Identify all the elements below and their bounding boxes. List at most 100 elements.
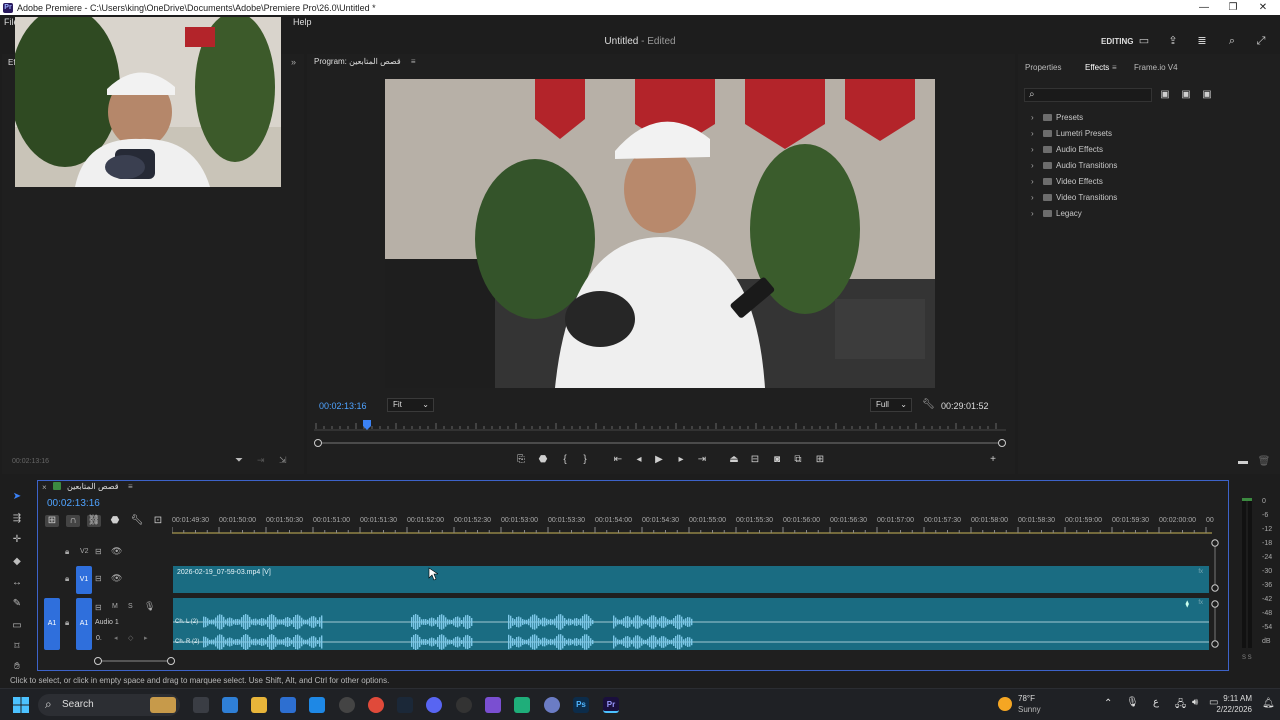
share-icon[interactable]: ⇪ (1166, 35, 1180, 47)
nest-toggle-icon[interactable]: ⊞ (45, 515, 59, 527)
panel-expand-icon[interactable]: » (291, 57, 296, 67)
folder-audio-transitions[interactable]: › Audio Transitions (1031, 161, 1117, 170)
program-timecode[interactable]: 00:02:13:16 (319, 401, 367, 411)
accelerated-effects-icon[interactable]: ▣ (1158, 89, 1172, 101)
zoom-handle-left[interactable] (314, 439, 322, 447)
yuv-effects-icon[interactable]: ▣ (1200, 89, 1214, 101)
video-clip[interactable]: 2026-02-19_07-59-03.mp4 [V] fx (173, 566, 1209, 593)
source-patch-a1[interactable]: A1 (44, 598, 60, 650)
volume-icon[interactable]: 🔊︎ (1192, 697, 1198, 708)
store-icon[interactable] (280, 697, 296, 713)
mail-icon[interactable] (309, 697, 325, 713)
sync-lock-icon[interactable]: ⊟ (95, 603, 102, 612)
go-to-in-icon[interactable]: ⇤ (611, 454, 625, 466)
lift-icon[interactable]: ⏏ (727, 454, 741, 466)
tray-chevron-icon[interactable]: ⌃ (1104, 698, 1112, 709)
weather-sun-icon[interactable] (998, 697, 1012, 711)
steam-icon[interactable] (397, 697, 413, 713)
discord-icon[interactable] (426, 697, 442, 713)
audio-clip[interactable]: Ch. L (2) Ch. R (2) ⧫ fx (173, 598, 1209, 650)
lock-icon[interactable]: 🔒︎ (65, 574, 69, 584)
pen-tool-icon[interactable]: ✎ (9, 597, 25, 611)
sequence-tab[interactable]: قصص المتابعين (67, 482, 119, 491)
eye-icon[interactable]: 👁︎ (111, 573, 122, 584)
button-editor-icon[interactable]: + (986, 454, 1000, 466)
snap-icon[interactable]: ∩ (66, 515, 80, 527)
panel-menu-icon[interactable]: ≡ (411, 57, 416, 66)
folder-video-transitions[interactable]: › Video Transitions (1031, 193, 1117, 202)
selection-tool-icon[interactable]: ➤ (9, 490, 25, 504)
close-sequence-icon[interactable]: × (42, 483, 47, 492)
obs-icon[interactable] (456, 697, 472, 713)
new-bin-icon[interactable]: ▬ (1236, 456, 1250, 468)
notifications-icon[interactable]: 🔔︎ (1262, 698, 1275, 709)
tab-properties[interactable]: Properties (1025, 63, 1061, 72)
camera-icon[interactable]: ◙ (770, 454, 784, 466)
add-marker-icon[interactable]: ⬣ (536, 454, 550, 466)
insert-icon[interactable]: ⇥ (257, 455, 265, 466)
effects-search-input[interactable]: ⌕ (1024, 88, 1152, 102)
safe-margins-icon[interactable]: ⊞ (813, 454, 827, 466)
zoom-fit-dropdown[interactable]: Fit ⌄ (387, 398, 434, 412)
chrome-icon[interactable] (368, 697, 384, 713)
keyframe-next-icon[interactable]: ▸ (144, 634, 148, 642)
step-forward-icon[interactable]: ▸ (674, 454, 688, 466)
weather-temp[interactable]: 78°F (1018, 694, 1035, 703)
quality-dropdown[interactable]: Full ⌄ (870, 398, 912, 412)
rectangle-tool-icon[interactable]: ▭ (9, 619, 25, 633)
go-to-out-icon[interactable]: ⇥ (695, 454, 709, 466)
workspace-label[interactable]: EDITING (1101, 37, 1133, 46)
track-label-v2[interactable]: V2 (80, 548, 89, 555)
zoom-handle-right[interactable] (998, 439, 1006, 447)
ripple-edit-tool-icon[interactable]: ✛ (9, 533, 25, 547)
timeline-timecode[interactable]: 00:02:13:16 (47, 498, 100, 509)
mute-button[interactable]: M (112, 603, 118, 610)
weather-desc[interactable]: Sunny (1018, 705, 1041, 714)
program-monitor-title[interactable]: Program: قصص المتابعين (314, 57, 401, 66)
app-icon[interactable] (544, 697, 560, 713)
menu-help[interactable]: Help (293, 17, 312, 27)
premiere-taskbar-icon[interactable]: Pr (603, 697, 619, 713)
extract-icon[interactable]: ⊟ (748, 454, 762, 466)
filter-icon[interactable]: ⏷ (235, 455, 243, 466)
audio-volume[interactable]: 0. (96, 635, 102, 642)
microphone-icon[interactable]: 🎙︎ (144, 601, 155, 612)
settings-icon[interactable] (339, 697, 355, 713)
panel-menu-icon[interactable]: ≡ (128, 482, 133, 491)
keyboard-language[interactable]: ع (1153, 697, 1159, 708)
panel-menu-icon[interactable]: ≡ (1112, 63, 1117, 72)
network-icon[interactable]: 🖧︎ (1175, 697, 1186, 714)
comparison-view-icon[interactable]: ⧉ (791, 454, 805, 466)
mark-out-icon[interactable]: } (578, 454, 592, 466)
folder-audio-effects[interactable]: › Audio Effects (1031, 145, 1103, 154)
tab-effects[interactable]: Effects (1085, 63, 1109, 72)
workspace-icon[interactable]: ▭ (1137, 35, 1151, 47)
track-select-tool-icon[interactable]: ⇶ (9, 512, 25, 526)
program-video-frame[interactable] (385, 79, 935, 388)
add-marker-icon[interactable]: ⬣ (108, 515, 122, 527)
search-icon[interactable]: ⌕ (1225, 35, 1239, 47)
captions-icon[interactable]: ⊡ (151, 515, 165, 527)
timeline-settings-icon[interactable]: 🔧︎ (130, 515, 144, 527)
clock-time[interactable]: 9:11 AM (1222, 694, 1252, 703)
keyframe-prev-icon[interactable]: ◂ (114, 634, 118, 642)
timeline-zoom-scrollbar[interactable] (90, 655, 180, 667)
slip-tool-icon[interactable]: ↔ (9, 576, 25, 590)
track-label-a1[interactable]: A1 (76, 598, 92, 650)
sync-lock-icon[interactable]: ⊟ (95, 547, 102, 556)
task-view-icon[interactable] (193, 697, 209, 713)
overwrite-icon[interactable]: ⇲ (279, 455, 287, 466)
export-frame-icon[interactable]: ⎘ (514, 454, 528, 466)
linked-selection-icon[interactable]: ⛓ (87, 515, 101, 527)
fullscreen-icon[interactable]: ⤢ (1254, 35, 1268, 47)
track-label-v1[interactable]: V1 (76, 566, 92, 594)
photoshop-icon[interactable]: Ps (573, 697, 589, 713)
hand-tool-icon[interactable]: ✋︎ (9, 660, 25, 674)
file-explorer-icon[interactable] (251, 697, 267, 713)
mark-in-icon[interactable]: { (558, 454, 572, 466)
sync-lock-icon[interactable]: ⊟ (95, 574, 102, 583)
minimize-button[interactable]: — (1189, 0, 1219, 15)
folder-lumetri-presets[interactable]: › Lumetri Presets (1031, 129, 1112, 138)
wrench-icon[interactable]: 🔧︎ (922, 399, 935, 410)
lock-icon[interactable]: 🔒︎ (65, 618, 69, 628)
